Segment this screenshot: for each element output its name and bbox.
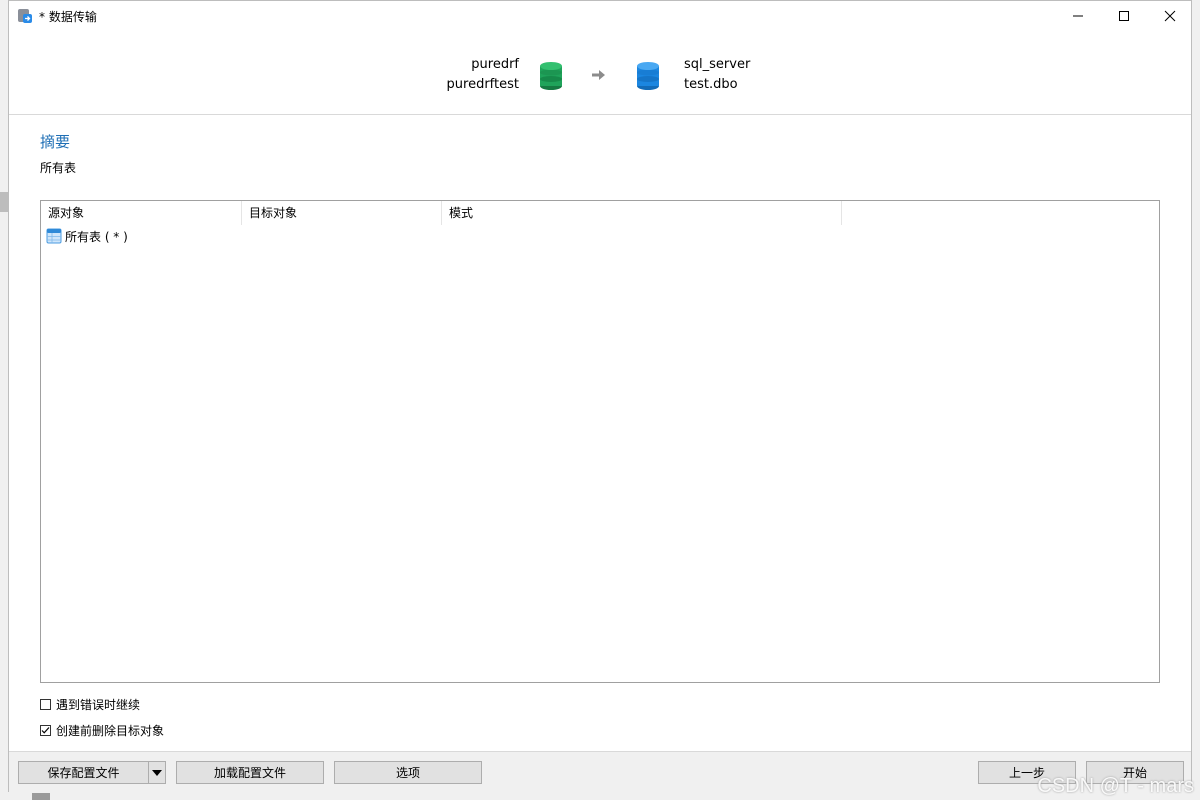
save-profile-button[interactable]: 保存配置文件: [18, 761, 149, 784]
checkmark-icon: [41, 726, 50, 734]
checkbox-box[interactable]: [40, 724, 51, 736]
options-button[interactable]: 选项: [334, 761, 482, 784]
desktop-edge-bottom: [32, 792, 50, 800]
data-transfer-window: * 数据传输 puredrf puredrftest sql_server te…: [8, 0, 1192, 793]
table-icon: [46, 228, 62, 244]
continue-on-error-checkbox[interactable]: 遇到错误时继续: [40, 695, 240, 713]
summary-table[interactable]: 源对象 目标对象 模式 所有表 ( * ): [40, 200, 1160, 683]
target-info: sql_server test.dbo: [684, 55, 750, 95]
source-database-icon: [540, 62, 562, 90]
dropdown-arrow-icon: [152, 769, 162, 776]
column-header-source[interactable]: 源对象: [41, 201, 242, 225]
maximize-icon: [1119, 11, 1129, 21]
transfer-arrow-icon: [592, 70, 605, 80]
checkbox-label: 遇到错误时继续: [56, 697, 141, 712]
source-connection-name: puredrf: [471, 57, 519, 72]
row-source-object: 所有表 ( * ): [65, 230, 128, 244]
target-schema-name: test.dbo: [684, 77, 738, 92]
data-transfer-app-icon: [18, 9, 32, 23]
drop-before-create-checkbox[interactable]: 创建前删除目标对象: [40, 721, 240, 739]
window-title: * 数据传输: [39, 10, 97, 24]
transfer-header: puredrf puredrftest sql_server test.dbo: [9, 31, 1191, 115]
source-database-name: puredrftest: [446, 77, 519, 92]
target-database-icon: [637, 62, 659, 90]
maximize-button[interactable]: [1101, 1, 1147, 31]
table-header: 源对象 目标对象 模式: [41, 201, 1159, 225]
title-bar[interactable]: * 数据传输: [9, 1, 1191, 31]
minimize-icon: [1073, 15, 1083, 17]
column-header-target[interactable]: 目标对象: [242, 201, 442, 225]
close-icon: [1164, 10, 1176, 22]
section-title: 摘要: [40, 133, 71, 151]
target-connection-name: sql_server: [684, 57, 751, 72]
checkbox-label: 创建前删除目标对象: [56, 723, 165, 738]
column-header-mode[interactable]: 模式: [442, 201, 842, 225]
load-profile-button[interactable]: 加载配置文件: [176, 761, 324, 784]
minimize-button[interactable]: [1055, 1, 1101, 31]
source-info: puredrf puredrftest: [447, 55, 519, 95]
checkbox-box[interactable]: [40, 698, 51, 710]
section-subtitle: 所有表: [40, 161, 77, 175]
summary-content: 摘要 所有表 源对象 目标对象 模式 所有表 ( * ) 遇到错误时继续 创建前…: [9, 115, 1191, 751]
save-profile-dropdown-button[interactable]: [148, 761, 166, 784]
desktop-edge: [0, 192, 8, 212]
table-row[interactable]: 所有表 ( * ): [41, 225, 1159, 247]
watermark: CSDN @T - mars: [1037, 775, 1194, 797]
close-button[interactable]: [1147, 1, 1193, 31]
footer-bar: 保存配置文件 加载配置文件 选项 上一步 开始: [9, 751, 1191, 793]
